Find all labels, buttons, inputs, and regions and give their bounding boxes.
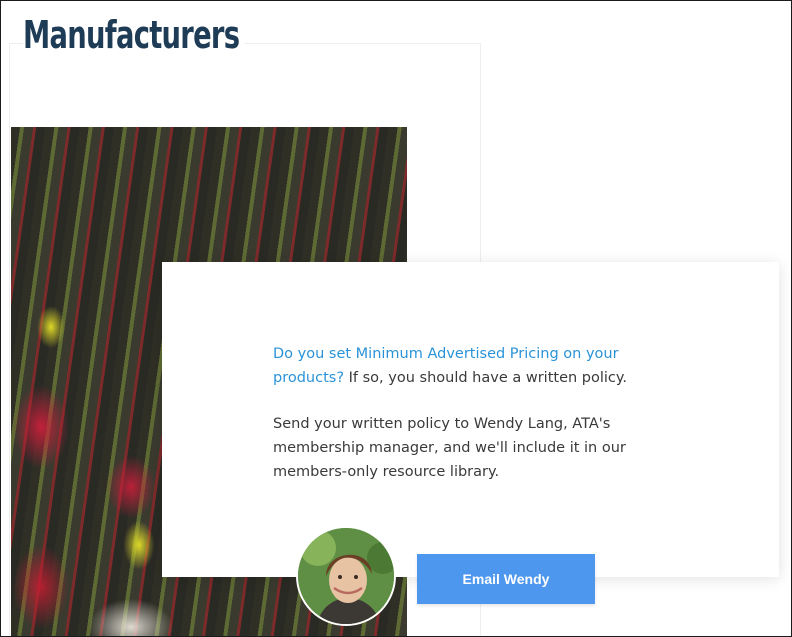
map-policy-popup: Do you set Minimum Advertised Pricing on… bbox=[162, 262, 779, 577]
page-frame: Manufacturers Do you set Minimum Adverti… bbox=[0, 0, 792, 637]
question-paragraph: Do you set Minimum Advertised Pricing on… bbox=[273, 342, 683, 390]
page-title: Manufacturers bbox=[23, 7, 246, 63]
instructions-paragraph: Send your written policy to Wendy Lang, … bbox=[273, 416, 626, 480]
email-wendy-button[interactable]: Email Wendy bbox=[417, 554, 595, 604]
question-rest: If so, you should have a written policy. bbox=[344, 370, 628, 386]
wendy-avatar bbox=[296, 526, 396, 626]
popup-text: Do you set Minimum Advertised Pricing on… bbox=[273, 342, 683, 484]
